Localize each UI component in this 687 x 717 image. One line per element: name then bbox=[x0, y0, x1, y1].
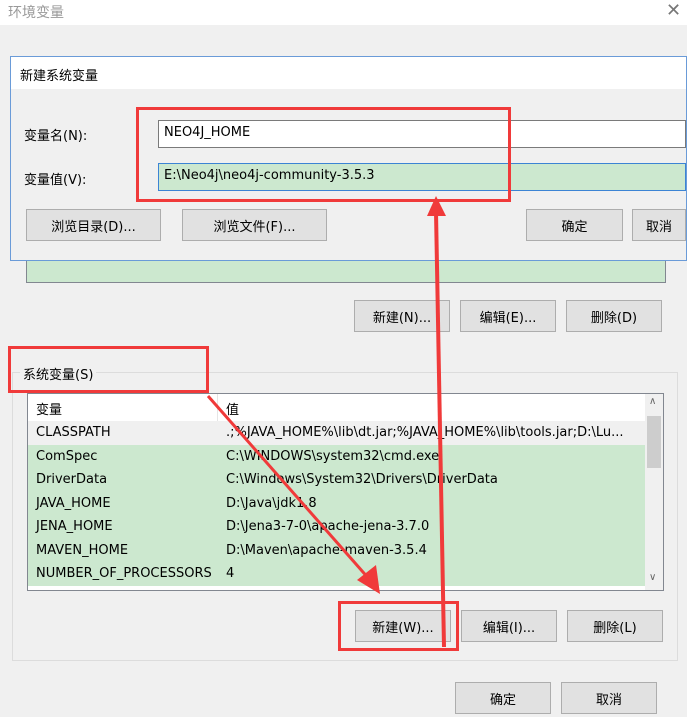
annotation-arrows bbox=[206, 196, 446, 648]
arrow-up-line bbox=[434, 211, 446, 648]
arrow-down-line bbox=[206, 395, 372, 581]
arrow-up-head bbox=[427, 196, 446, 216]
